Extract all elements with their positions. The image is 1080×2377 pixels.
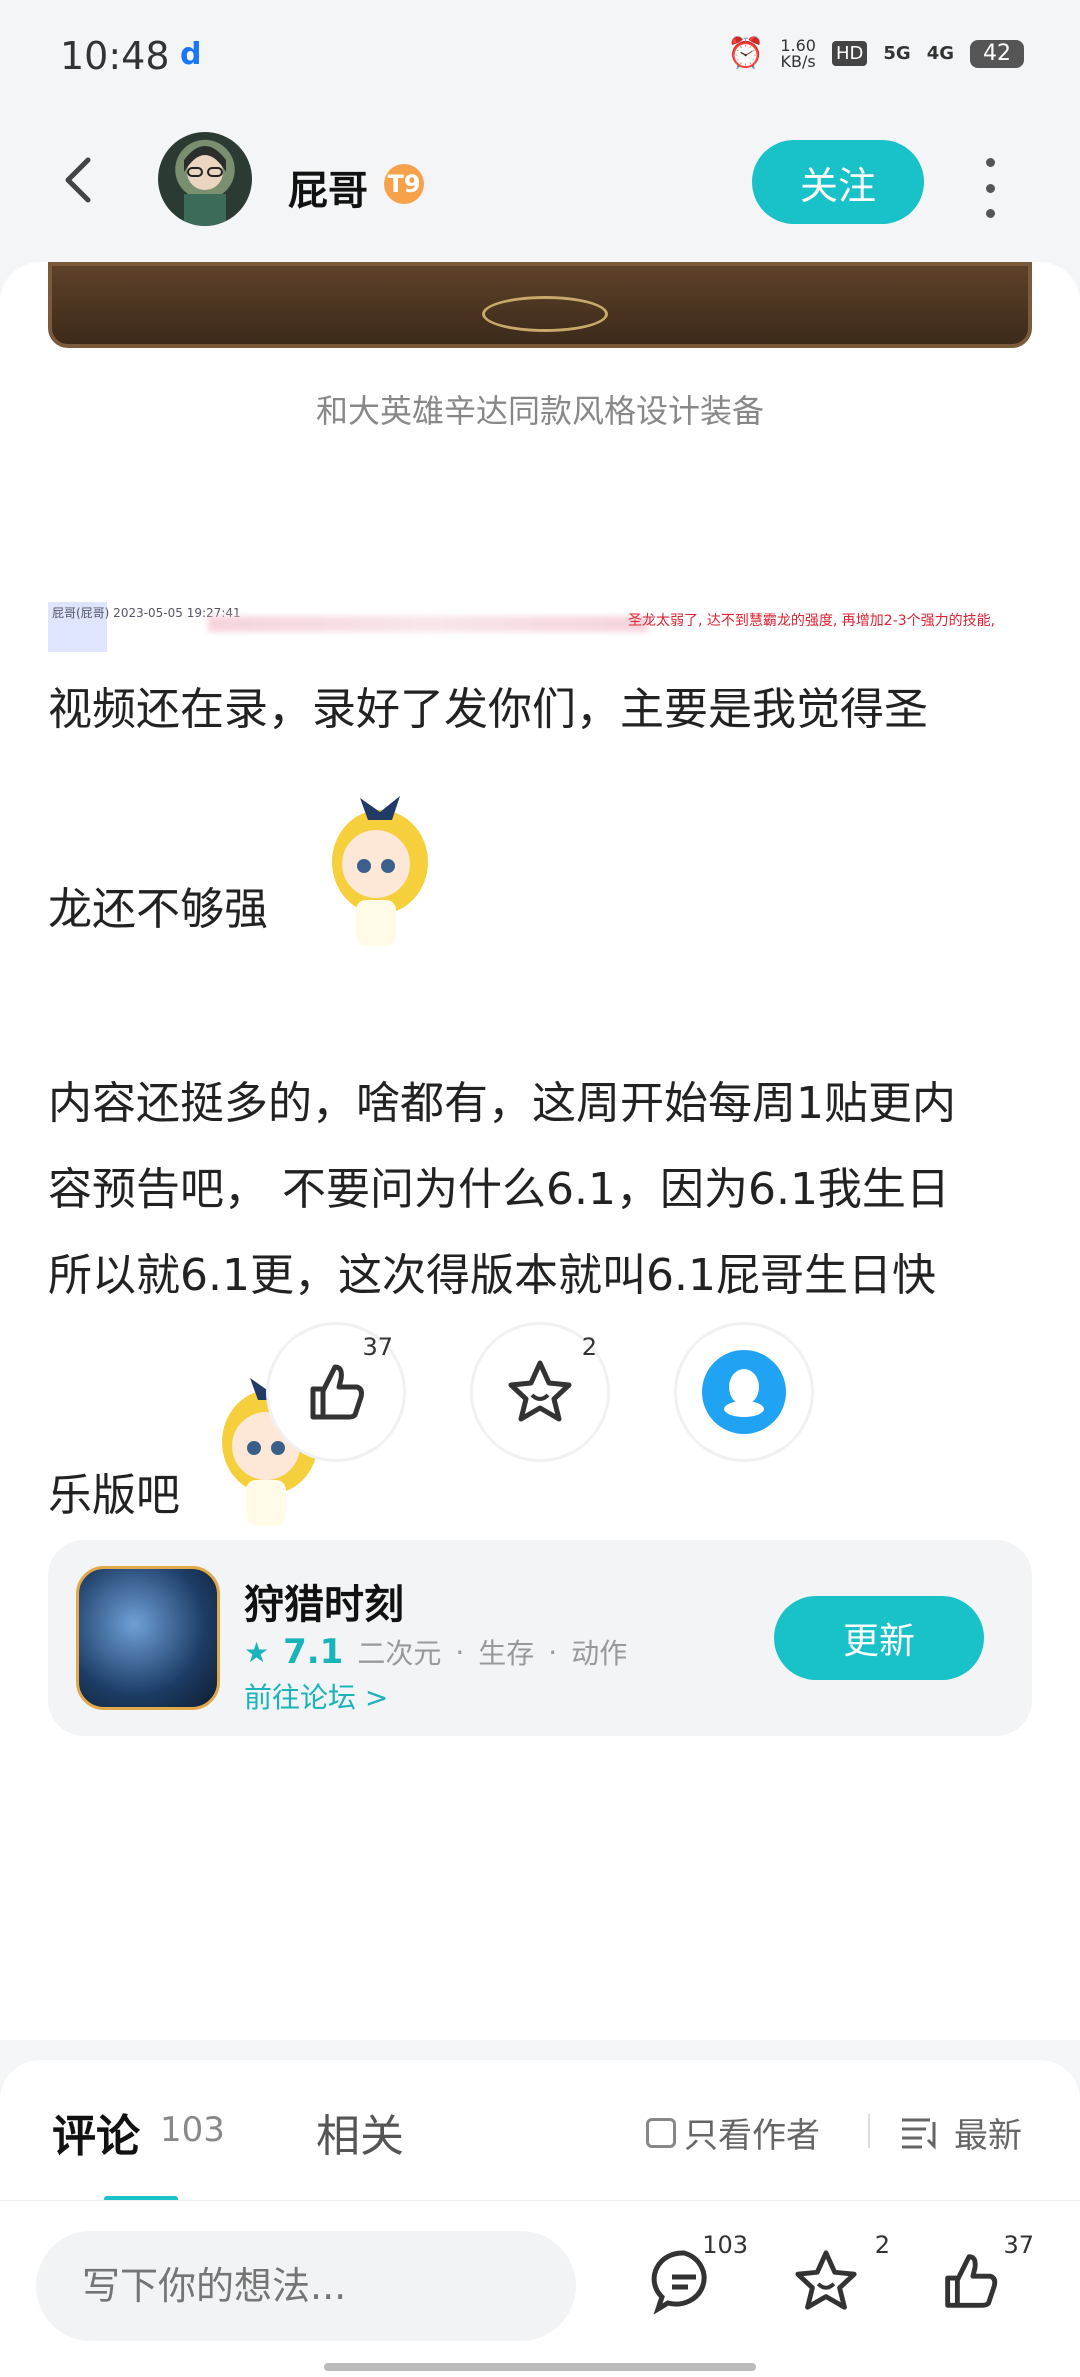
tag-separator: · [548,1635,558,1669]
home-indicator[interactable] [324,2363,756,2371]
follow-button[interactable]: 关注 [752,140,924,224]
favorite-button[interactable]: 2 [470,1322,610,1462]
image-caption: 和大英雄辛达同款风格设计装备 [315,392,764,430]
only-author-label: 只看作者 [684,2116,820,2156]
game-icon[interactable] [76,1566,220,1710]
star-count: 2 [874,2231,890,2259]
more-dot-icon [985,158,995,167]
game-card[interactable]: 狩猎时刻 ★ 7.1 二次元 · 生存 · 动作 前往论坛 > 更新 [48,1540,1032,1736]
status-time: 10:48 [60,34,170,78]
like-count: 37 [362,1333,393,1361]
avatar[interactable] [158,132,252,226]
ornament [482,296,608,332]
post-paragraph: 乐版吧 [48,1470,180,1521]
post-paragraph: 内容还挺多的，啥都有，这周开始每周1贴更内 [48,1078,956,1129]
sort-button[interactable]: 最新 [900,2108,1022,2157]
level-badge: T9 [384,164,424,204]
star-icon [795,2250,857,2310]
thumbs-up-icon [310,1364,364,1420]
forum-link[interactable]: 前往论坛 > [244,1676,388,1716]
more-dot-icon [985,183,995,193]
comment-count: 103 [702,2231,748,2259]
signal-5g-icon: 5G [883,43,911,64]
rating-star-icon: ★ [244,1635,270,1669]
username[interactable]: 屁哥 [288,158,368,216]
more-options-button[interactable] [970,158,1010,218]
top-nav: 屁哥 T9 关注 [0,120,1080,250]
status-icons: ⏰ 1.60 KB/s HD 5G 4G 42 [727,36,1024,71]
game-tag: 生存 [478,1637,535,1670]
post-image[interactable] [48,262,1032,348]
battery-icon: 42 [970,39,1024,68]
comments-header: 评论 103 相关 只看作者 最新 [0,2060,1080,2202]
comment-input[interactable] [36,2231,576,2341]
qq-icon [702,1350,786,1434]
tag-separator: · [455,1635,465,1669]
sort-icon [902,2118,936,2150]
star-count: 2 [581,1333,597,1361]
game-tag: 二次元 [357,1637,442,1670]
avatar-image [184,146,226,226]
game-meta: ★ 7.1 二次元 · 生存 · 动作 [244,1632,627,1672]
checkbox-icon [646,2117,676,2148]
game-tag: 动作 [571,1637,628,1670]
post-content: 和大英雄辛达同款风格设计装备 屁哥(屁哥) 2023-05-05 19:27:4… [0,262,1080,2040]
post-paragraph: 所以就6.1更，这次得版本就叫6.1屁哥生日快 [48,1250,936,1301]
alarm-icon: ⏰ [726,36,765,71]
game-score: 7.1 [283,1632,344,1672]
share-qq-button[interactable] [674,1322,814,1462]
like-button[interactable]: 37 [266,1322,406,1462]
only-author-toggle[interactable]: 只看作者 [646,2108,820,2157]
post-paragraph: 容预告吧， 不要问为什么6.1，因为6.1我生日 [48,1164,950,1215]
game-name: 狩猎时刻 [244,1582,404,1628]
sticker-image [332,796,428,946]
signal-4g-icon: 4G [926,43,954,64]
net-speed-unit: KB/s [780,51,816,71]
blurred-text [208,616,648,632]
thumbs-up-icon [945,2254,998,2308]
favorite-bottom-button[interactable]: 2 [786,2231,890,2321]
hd-icon: HD [831,41,868,66]
comments-button[interactable]: 103 [644,2231,748,2321]
comments-count: 103 [160,2110,225,2150]
sort-label: 最新 [954,2116,1022,2156]
chevron-left-icon [65,157,91,203]
like-bottom-button[interactable]: 37 [930,2231,1034,2321]
log-red-text: 圣龙太弱了, 达不到慧霸龙的强度, 再增加2-3个强力的技能, [628,613,996,629]
app-notification-icon: d [180,37,202,72]
post-paragraph: 视频还在录，录好了发你们，主要是我觉得圣 [48,684,928,735]
update-button[interactable]: 更新 [774,1596,984,1680]
more-dot-icon [985,209,995,218]
divider [868,2114,870,2148]
tab-related[interactable]: 相关 [316,2100,404,2164]
status-bar: 10:48 d ⏰ 1.60 KB/s HD 5G 4G 42 [0,0,1080,118]
bottom-bar: 103 2 37 [0,2200,1080,2377]
log-screenshot[interactable]: 屁哥(屁哥) 2023-05-05 19:27:41 圣龙太弱了, 达不到慧霸龙… [48,602,1032,652]
back-button[interactable] [50,150,110,210]
net-speed: 1.60 KB/s [780,37,816,71]
star-icon [508,1360,572,1422]
tab-comments[interactable]: 评论 [52,2100,140,2164]
like-count: 37 [1003,2231,1034,2259]
post-paragraph: 龙还不够强 [48,884,268,935]
post-actions: 37 2 [0,1322,1080,1472]
